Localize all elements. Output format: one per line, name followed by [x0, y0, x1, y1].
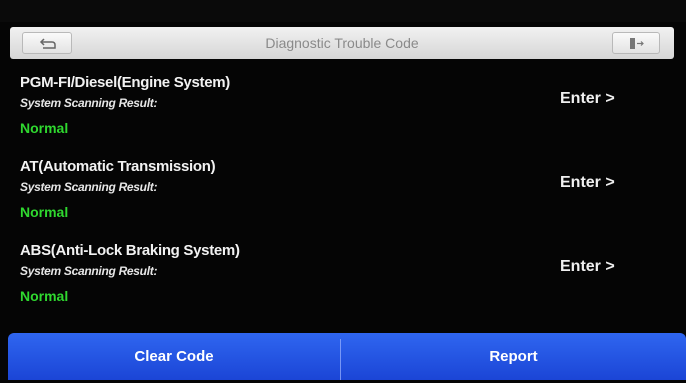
- action-bar: Clear Code Report: [8, 333, 686, 380]
- enter-button-engine[interactable]: Enter >: [560, 90, 615, 108]
- system-name: PGM-FI/Diesel(Engine System): [20, 74, 230, 91]
- exit-door-icon: [630, 38, 644, 49]
- system-row-engine: PGM-FI/Diesel(Engine System) System Scan…: [0, 62, 686, 146]
- scan-result-label: System Scanning Result:: [20, 96, 158, 110]
- scan-result-value: Normal: [20, 204, 69, 220]
- system-row-abs: ABS(Anti-Lock Braking System) System Sca…: [0, 230, 686, 314]
- scan-result-value: Normal: [20, 288, 69, 304]
- scan-result-value: Normal: [20, 120, 69, 136]
- enter-button-transmission[interactable]: Enter >: [560, 174, 615, 192]
- status-bar: [0, 0, 686, 22]
- app-screen: Diagnostic Trouble Code PGM-FI/Diesel(En…: [0, 0, 686, 383]
- system-name: ABS(Anti-Lock Braking System): [20, 242, 240, 259]
- scan-result-label: System Scanning Result:: [20, 264, 158, 278]
- report-button[interactable]: Report: [341, 333, 686, 380]
- system-name: AT(Automatic Transmission): [20, 158, 216, 175]
- title-bar: Diagnostic Trouble Code: [10, 27, 674, 59]
- system-list: PGM-FI/Diesel(Engine System) System Scan…: [0, 62, 686, 332]
- scan-result-label: System Scanning Result:: [20, 180, 158, 194]
- page-title: Diagnostic Trouble Code: [265, 35, 419, 51]
- system-row-transmission: AT(Automatic Transmission) System Scanni…: [0, 146, 686, 230]
- clear-code-button[interactable]: Clear Code: [8, 333, 340, 380]
- exit-button[interactable]: [612, 32, 660, 54]
- enter-button-abs[interactable]: Enter >: [560, 258, 615, 276]
